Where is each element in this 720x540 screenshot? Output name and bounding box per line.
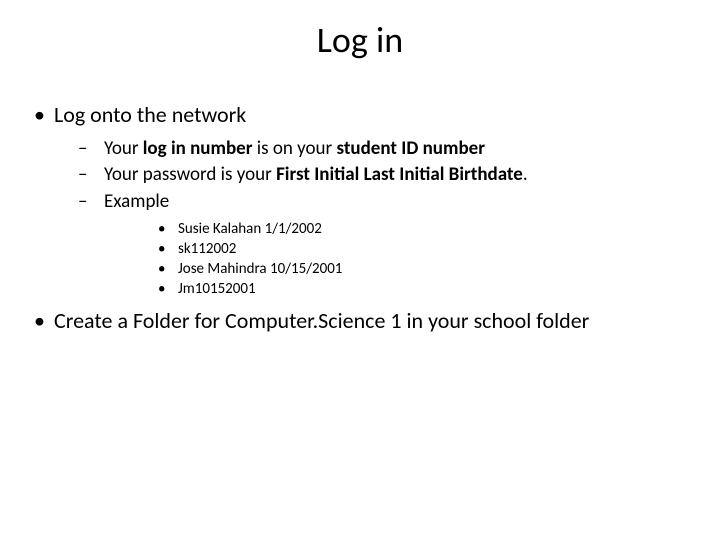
- list-item-text: Log onto the network: [54, 101, 246, 128]
- list-item: Your password is your First Initial Last…: [54, 162, 692, 188]
- list-item-text: Susie Kalahan 1/1/2002: [178, 220, 322, 238]
- list-item-text: Jm10152001: [178, 280, 256, 298]
- list-item: Jm10152001: [104, 279, 692, 299]
- list-item: Jose Mahindra 10/15/2001: [104, 259, 692, 279]
- bullet-list-level2: Your log in number is on your student ID…: [54, 136, 692, 300]
- bullet-list-level1: Log onto the network Your log in number …: [28, 100, 692, 335]
- list-item: Create a Folder for Computer.Science 1 i…: [28, 306, 692, 336]
- list-item: Your log in number is on your student ID…: [54, 136, 692, 162]
- list-item: Example Susie Kalahan 1/1/2002 sk112002 …: [54, 189, 692, 300]
- list-item-text: is on your: [257, 137, 337, 160]
- slide-title: Log in: [28, 18, 692, 62]
- bold-text: log in number: [143, 137, 257, 160]
- list-item-text: .: [523, 163, 528, 186]
- list-item-text: Jose Mahindra 10/15/2001: [178, 260, 342, 278]
- bold-text: student ID number: [336, 137, 485, 160]
- list-item-text: Your password is your: [104, 163, 276, 186]
- list-item-text: Example: [104, 190, 169, 213]
- list-item: sk112002: [104, 239, 692, 259]
- slide: Log in Log onto the network Your log in …: [0, 0, 720, 540]
- bullet-list-level3: Susie Kalahan 1/1/2002 sk112002 Jose Mah…: [104, 219, 692, 300]
- bold-text: First Initial Last Initial Birthdate: [276, 163, 523, 186]
- list-item: Log onto the network Your log in number …: [28, 100, 692, 300]
- list-item-text: Your: [104, 137, 143, 160]
- list-item-text: sk112002: [178, 240, 236, 258]
- list-item: Susie Kalahan 1/1/2002: [104, 219, 692, 239]
- list-item-text: Create a Folder for Computer.Science 1 i…: [54, 307, 589, 334]
